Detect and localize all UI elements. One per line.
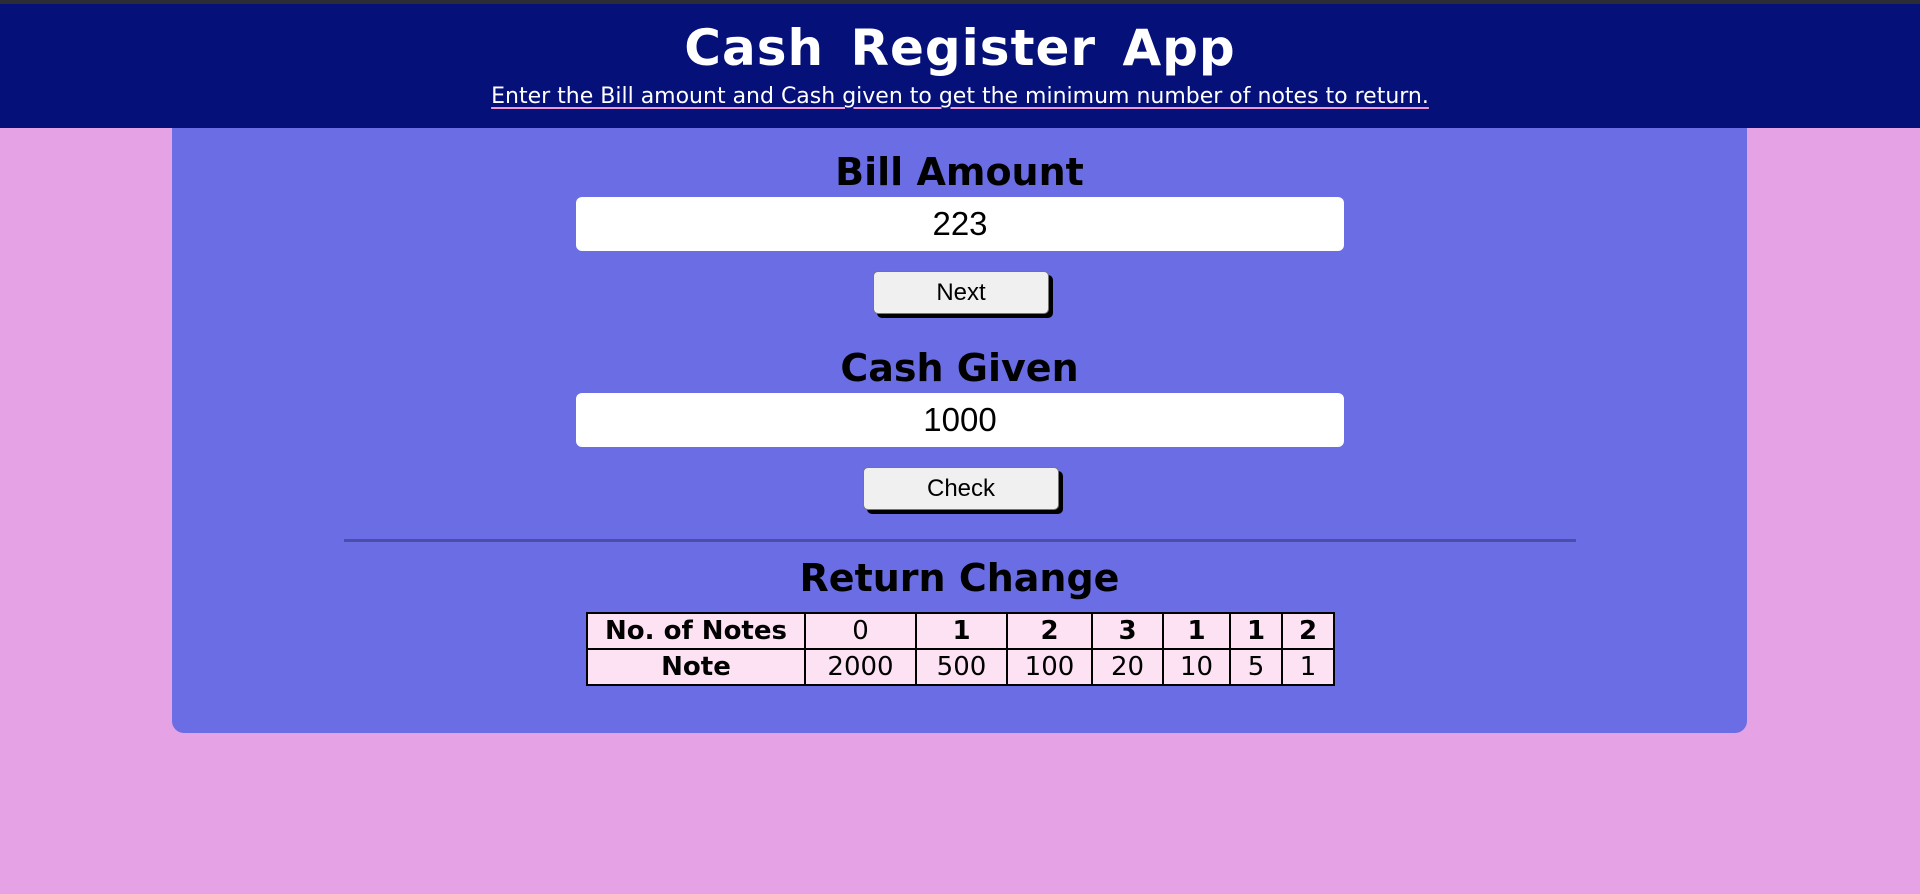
count-cell-2000: 0 [804, 612, 917, 650]
count-cell-20: 3 [1091, 612, 1164, 650]
cash-given-input[interactable] [576, 393, 1344, 447]
row-header-note: Note [586, 648, 806, 686]
app-subtitle: Enter the Bill amount and Cash given to … [0, 84, 1920, 110]
app-title: Cash Register App [684, 19, 1236, 77]
register-card: Bill Amount Next Cash Given Check Return… [172, 128, 1747, 733]
return-change-table: No. of Notes 0 1 2 3 1 1 2 Note 2000 500… [586, 612, 1335, 686]
note-cell-20: 20 [1091, 648, 1164, 686]
bill-amount-label: Bill Amount [835, 150, 1084, 194]
note-cell-2000: 2000 [804, 648, 917, 686]
row-header-no-of-notes: No. of Notes [586, 612, 806, 650]
return-change-heading: Return Change [799, 556, 1120, 600]
app-header: Cash Register App Enter the Bill amount … [0, 4, 1920, 128]
bill-amount-input[interactable] [576, 197, 1344, 251]
next-button[interactable]: Next [873, 271, 1049, 314]
note-cell-10: 10 [1162, 648, 1231, 686]
note-cell-5: 5 [1229, 648, 1283, 686]
count-cell-10: 1 [1162, 612, 1231, 650]
check-button[interactable]: Check [863, 467, 1059, 510]
section-divider [344, 539, 1576, 542]
table-row-notes: Note 2000 500 100 20 10 5 1 [586, 648, 1335, 686]
note-cell-1: 1 [1281, 648, 1335, 686]
count-cell-100: 2 [1006, 612, 1093, 650]
cash-given-label: Cash Given [840, 346, 1079, 390]
note-cell-100: 100 [1006, 648, 1093, 686]
table-row-counts: No. of Notes 0 1 2 3 1 1 2 [586, 612, 1335, 650]
note-cell-500: 500 [915, 648, 1008, 686]
count-cell-1: 2 [1281, 612, 1335, 650]
count-cell-500: 1 [915, 612, 1008, 650]
count-cell-5: 1 [1229, 612, 1283, 650]
app-subtitle-text: Enter the Bill amount and Cash given to … [491, 84, 1429, 109]
